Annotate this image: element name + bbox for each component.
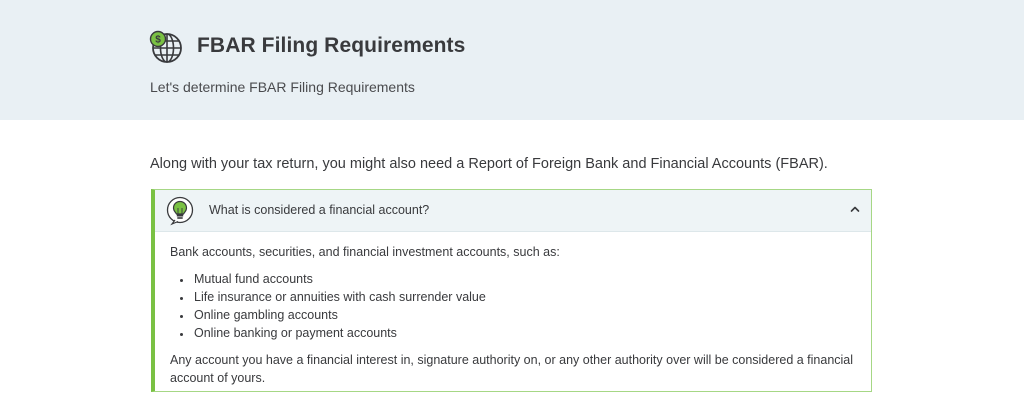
list-item: Mutual fund accounts [192,270,859,288]
chevron-up-icon[interactable] [848,202,862,216]
account-list: Mutual fund accounts Life insurance or a… [170,270,859,342]
list-item: Online gambling accounts [192,306,859,324]
lightbulb-icon [166,196,194,226]
page-title: FBAR Filing Requirements [197,34,466,57]
intro-text: Along with your tax return, you might al… [150,156,828,172]
list-item: Life insurance or annuities with cash su… [192,288,859,306]
accordion-body: Bank accounts, securities, and financial… [170,243,859,387]
accordion-question: What is considered a financial account? [209,203,430,217]
body-outro: Any account you have a financial interes… [170,353,854,385]
header-banner: $ FBAR Filing Requirements Let's determi… [0,0,1024,120]
globe-dollar-icon: $ [149,30,182,63]
svg-text:$: $ [155,35,161,46]
page-subtitle: Let's determine FBAR Filing Requirements [150,79,415,95]
financial-account-accordion: What is considered a financial account? … [151,189,872,392]
accordion-header[interactable]: What is considered a financial account? [155,190,871,232]
body-intro: Bank accounts, securities, and financial… [170,245,560,259]
list-item: Online banking or payment accounts [192,324,859,342]
